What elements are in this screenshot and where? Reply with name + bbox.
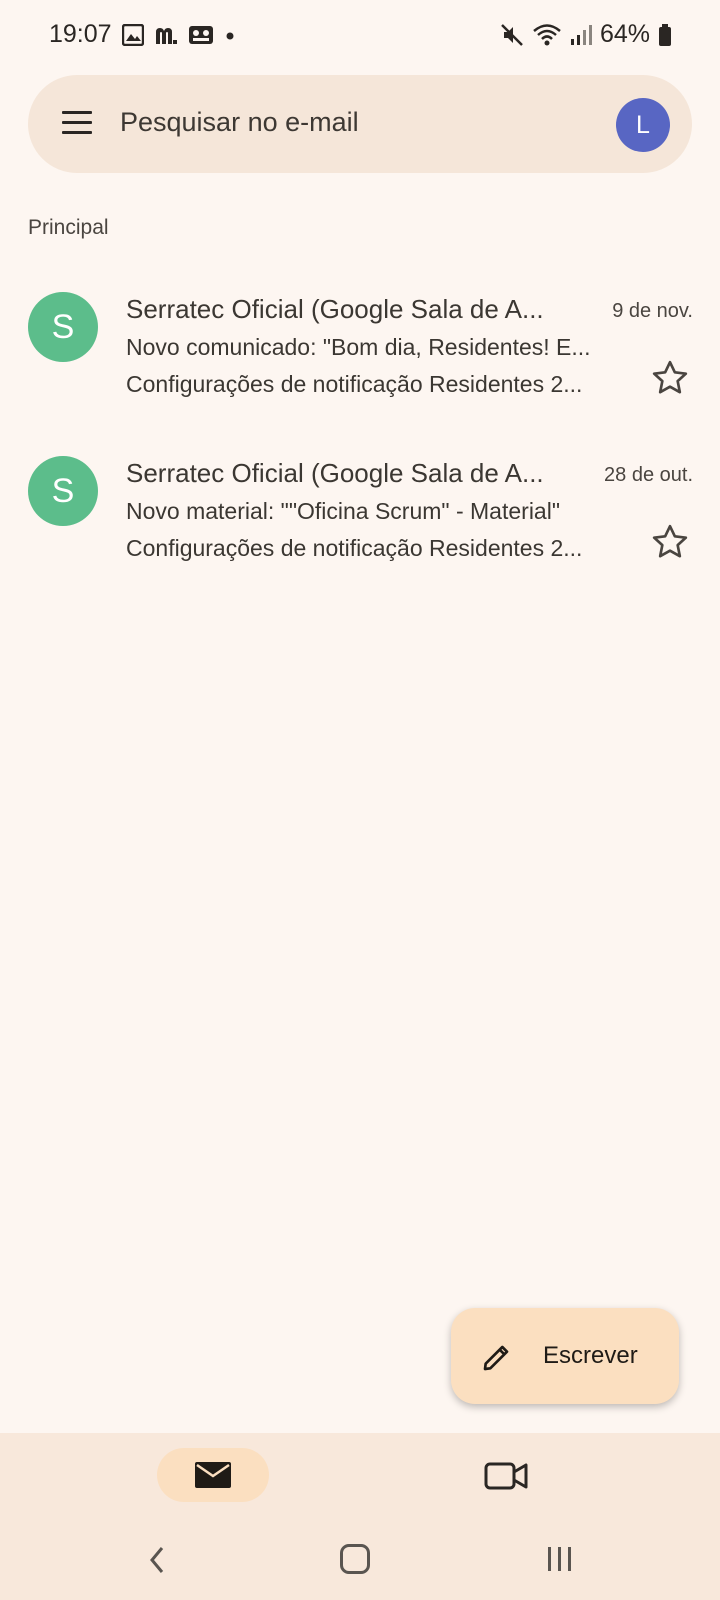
status-right: 64%: [500, 20, 672, 49]
pencil-icon: [483, 1345, 509, 1371]
recents-button[interactable]: [546, 1545, 574, 1573]
back-button[interactable]: [148, 1545, 168, 1575]
star-icon[interactable]: [650, 358, 690, 398]
status-bar: 19:07 64%: [0, 0, 720, 72]
menu-icon[interactable]: [62, 111, 92, 135]
image-icon: [122, 24, 144, 46]
section-label: Principal: [28, 216, 109, 239]
email-subject: Novo material: ""Oficina Scrum" - Materi…: [126, 498, 560, 524]
search-bar[interactable]: Pesquisar no e-mail L: [28, 75, 692, 173]
email-list-item[interactable]: S Serratec Oficial (Google Sala de A... …: [0, 292, 720, 452]
compose-button[interactable]: Escrever: [451, 1308, 679, 1404]
m-app-icon: [156, 28, 177, 44]
status-left-icons: [122, 24, 236, 46]
status-time: 19:07: [49, 20, 112, 48]
home-button[interactable]: [340, 1544, 370, 1574]
star-icon[interactable]: [650, 522, 690, 562]
email-sender: Serratec Oficial (Google Sala de A...: [126, 458, 544, 488]
sender-avatar[interactable]: S: [28, 456, 98, 526]
email-subject: Novo comunicado: "Bom dia, Residentes! E…: [126, 334, 591, 360]
email-snippet: Configurações de notificação Residentes …: [126, 535, 583, 561]
email-list-item[interactable]: S Serratec Oficial (Google Sala de A... …: [0, 456, 720, 616]
wifi-icon: [533, 23, 561, 45]
battery-icon: [659, 23, 671, 46]
dot-icon: [226, 32, 234, 40]
signal-icon: [570, 24, 592, 45]
nav-mail-tab[interactable]: [157, 1448, 269, 1502]
battery-percentage: 64%: [599, 20, 650, 48]
mute-icon: [501, 23, 523, 46]
email-date: 28 de out.: [604, 464, 693, 486]
email-snippet: Configurações de notificação Residentes …: [126, 371, 583, 397]
sender-avatar[interactable]: S: [28, 292, 98, 362]
compose-label: Escrever: [543, 1342, 638, 1369]
account-avatar[interactable]: L: [616, 98, 670, 152]
email-date: 9 de nov.: [612, 300, 693, 322]
video-camera-icon[interactable]: [484, 1460, 530, 1492]
bottom-nav: [0, 1433, 720, 1600]
search-input[interactable]: Pesquisar no e-mail: [120, 107, 359, 138]
email-sender: Serratec Oficial (Google Sala de A...: [126, 294, 544, 324]
mail-icon: [195, 1462, 231, 1488]
voicemail-icon: [189, 26, 213, 44]
